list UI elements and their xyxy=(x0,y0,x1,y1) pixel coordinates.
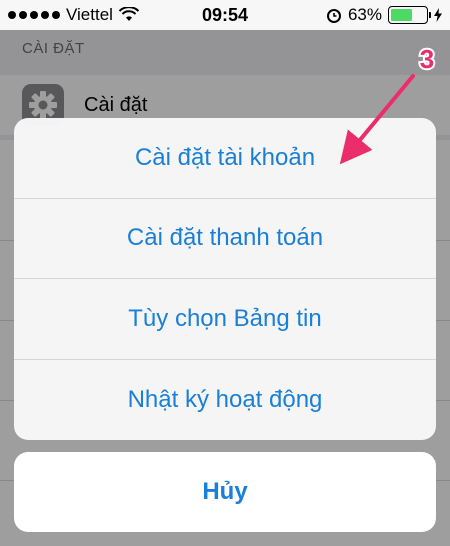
cancel-button[interactable]: Hủy xyxy=(14,452,436,532)
carrier-name: Viettel xyxy=(66,5,113,24)
status-bar: Viettel 09:54 63% xyxy=(0,0,450,30)
action-account-settings[interactable]: Cài đặt tài khoản xyxy=(14,118,436,199)
alarm-icon xyxy=(326,9,341,23)
action-activity-log[interactable]: Nhật ký hoạt động xyxy=(14,360,436,441)
battery-fill xyxy=(391,9,413,21)
action-payment-settings[interactable]: Cài đặt thanh toán xyxy=(14,199,436,279)
battery-percent: 63% xyxy=(347,5,382,24)
action-sheet: Cài đặt tài khoản Cài đặt thanh toán Tùy… xyxy=(14,118,436,440)
charging-bolt-icon xyxy=(434,8,442,22)
signal-dots-icon xyxy=(8,11,60,19)
battery-icon xyxy=(388,6,431,24)
wifi-icon xyxy=(118,7,139,21)
status-left: Viettel xyxy=(8,5,178,25)
status-right: 63% xyxy=(326,5,442,25)
action-news-feed-preferences[interactable]: Tùy chọn Bảng tin xyxy=(14,279,436,360)
